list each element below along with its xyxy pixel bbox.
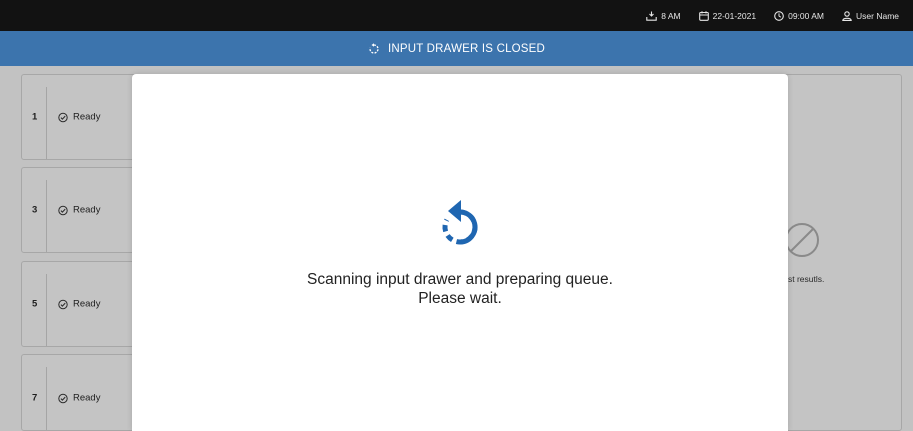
check-circle-icon xyxy=(58,393,68,403)
slot-divider xyxy=(46,367,47,430)
time-label: 09:00 AM xyxy=(788,10,825,21)
dialog-message: Scanning input drawer and preparing queu… xyxy=(132,270,788,308)
slot-status: Ready xyxy=(58,112,100,123)
check-circle-icon xyxy=(58,112,68,122)
check-circle-icon xyxy=(58,299,68,309)
slot-number: 7 xyxy=(32,392,38,404)
slot-status: Ready xyxy=(58,393,100,404)
user-menu[interactable]: User Name xyxy=(842,11,899,21)
no-results-text: st resutls. xyxy=(788,274,825,284)
calendar-icon xyxy=(698,10,709,21)
drawer-status-banner: INPUT DRAWER IS CLOSED xyxy=(0,31,913,66)
slot-status-label: Ready xyxy=(73,111,101,123)
time-indicator: 09:00 AM xyxy=(774,11,824,21)
slot-status-label: Ready xyxy=(73,298,101,310)
slot-status: Ready xyxy=(58,205,100,216)
slot-divider xyxy=(46,87,47,159)
refresh-icon xyxy=(369,42,379,54)
date-indicator: 22-01-2021 xyxy=(698,10,757,21)
date-label: 22-01-2021 xyxy=(712,10,757,21)
clock-icon xyxy=(774,10,784,21)
dialog-message-line1: Scanning input drawer and preparing queu… xyxy=(307,271,613,288)
slot-number: 5 xyxy=(32,298,38,310)
check-circle-icon xyxy=(58,205,68,215)
top-status-bar: 8 AM 22-01-2021 09:00 AM User Name xyxy=(0,0,913,31)
banner-text: INPUT DRAWER IS CLOSED xyxy=(387,42,546,55)
scanning-dialog: Scanning input drawer and preparing queu… xyxy=(132,74,788,431)
slot-status-label: Ready xyxy=(73,204,101,216)
slot-divider xyxy=(46,274,47,346)
tray-icon xyxy=(646,11,657,21)
tray-label: 8 AM xyxy=(661,10,681,21)
slot-number: 1 xyxy=(32,111,38,123)
dialog-message-line2: Please wait. xyxy=(418,290,502,307)
slot-divider xyxy=(46,180,47,252)
no-results-icon xyxy=(785,223,819,257)
slot-number: 3 xyxy=(32,204,38,216)
slot-status: Ready xyxy=(58,299,100,310)
refresh-icon xyxy=(442,200,478,245)
user-icon xyxy=(842,10,852,21)
user-name: User Name xyxy=(856,10,899,21)
tray-indicator: 8 AM xyxy=(646,10,681,21)
slot-status-label: Ready xyxy=(73,392,101,404)
